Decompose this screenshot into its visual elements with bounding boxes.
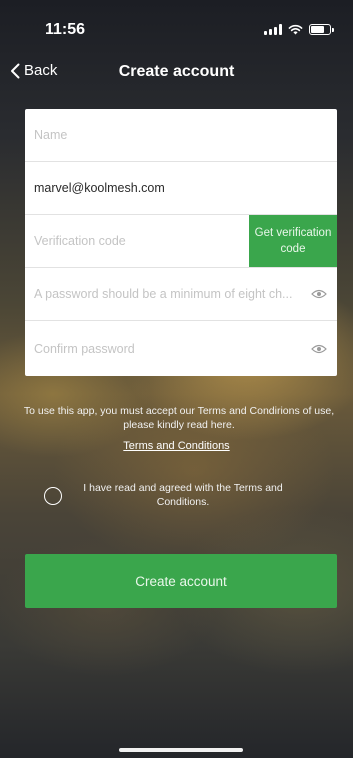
agree-row[interactable]: I have read and agreed with the Terms an… — [44, 481, 334, 511]
confirm-password-input[interactable] — [34, 341, 337, 356]
agree-radio[interactable] — [44, 487, 62, 505]
signal-icon — [264, 24, 282, 35]
create-account-button[interactable]: Create account — [25, 554, 337, 608]
registration-form: Get verification code — [25, 109, 337, 376]
terms-link[interactable]: Terms and Conditions — [0, 440, 353, 452]
eye-icon[interactable] — [311, 344, 327, 354]
terms-notice: To use this app, you must accept our Ter… — [23, 405, 335, 431]
verification-row: Get verification code — [25, 215, 337, 268]
battery-icon — [309, 24, 334, 35]
confirm-password-row — [25, 321, 337, 376]
eye-icon[interactable] — [311, 289, 327, 299]
status-bar: 11:56 — [0, 0, 353, 52]
page-title: Create account — [118, 63, 235, 80]
email-input[interactable] — [34, 181, 337, 195]
email-row — [25, 162, 337, 215]
nav-bar: Back Create account — [0, 58, 353, 88]
password-row — [25, 268, 337, 321]
verification-code-input[interactable] — [34, 234, 249, 248]
password-input[interactable] — [34, 287, 337, 301]
get-verification-code-button[interactable]: Get verification code — [249, 215, 337, 267]
name-input[interactable] — [34, 128, 337, 142]
status-time: 11:56 — [45, 21, 86, 38]
home-indicator — [119, 748, 243, 752]
name-row — [25, 109, 337, 162]
agree-label: I have read and agreed with the Terms an… — [83, 482, 283, 508]
wifi-icon — [288, 24, 303, 35]
status-icons — [264, 24, 334, 35]
